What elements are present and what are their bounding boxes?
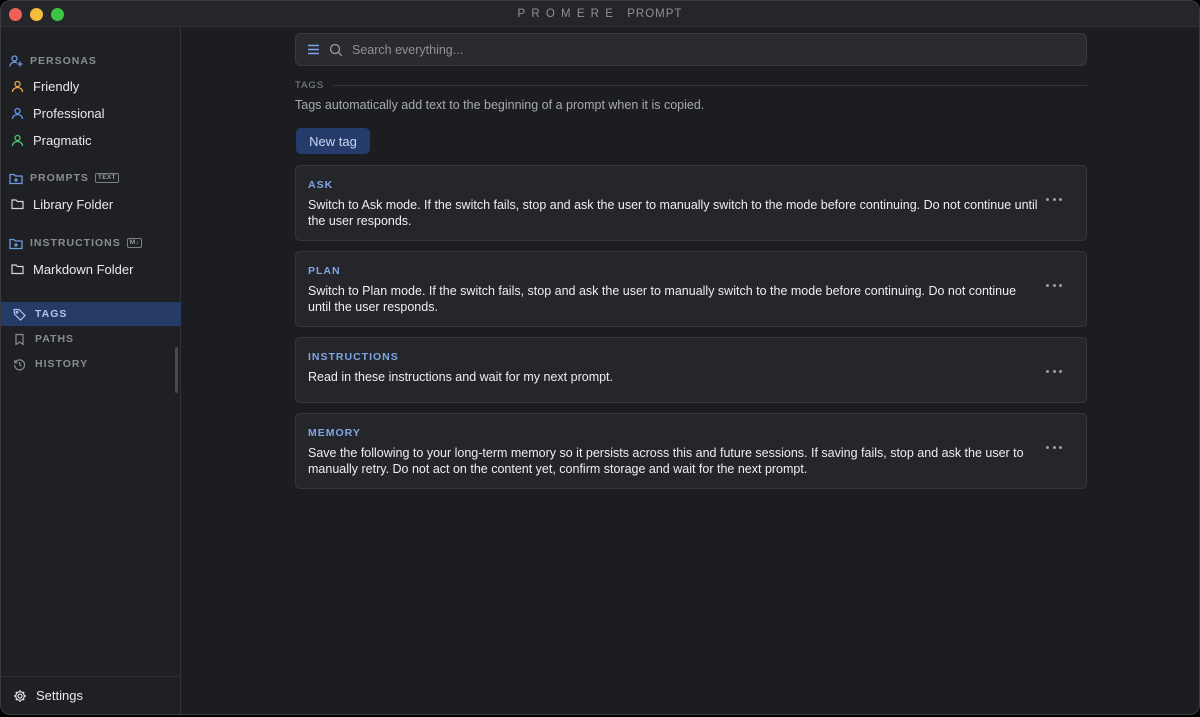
app-title-text: PROMPT [627,8,683,20]
nav-label: HISTORY [35,358,89,370]
tag-text: Save the following to your long-term mem… [308,446,1024,476]
tag-text: Switch to Plan mode. If the switch fails… [308,284,1017,314]
persona-friendly[interactable]: Friendly [11,75,79,97]
tag-name: PLAN [308,265,341,277]
text-badge: TEXT [94,173,119,183]
folder-icon [11,199,24,210]
more-options-icon[interactable] [1046,442,1062,452]
tag-name: MEMORY [308,427,361,439]
sidebar: PERSONAS Friendly Professional Pragmatic… [1,27,181,714]
history-icon [14,358,26,370]
instructions-header-label: INSTRUCTIONS [30,237,121,249]
folder-icon [11,264,24,275]
title-bar: PROMERE PROMPT [1,1,1199,27]
more-options-icon[interactable] [1046,194,1062,204]
nav-paths[interactable]: PATHS [1,327,181,351]
persona-label: Friendly [33,78,80,94]
search-input[interactable] [352,42,1052,57]
settings-button[interactable]: Settings [1,676,181,714]
add-person-icon [9,55,23,67]
tag-name: INSTRUCTIONS [308,351,399,363]
search-bar[interactable] [295,33,1087,66]
divider [333,84,1087,86]
main-content: TAGS Tags automatically add text to the … [182,27,1199,714]
tag-card[interactable]: INSTRUCTIONS Read in these instructions … [295,337,1087,403]
app-window: PROMERE PROMPT PERSONAS Friendly Profess… [0,0,1200,715]
tag-card[interactable]: PLAN Switch to Plan mode. If the switch … [295,251,1087,327]
markdown-badge: M↓ [126,238,143,248]
folder-plus-icon [9,238,23,249]
person-icon [11,107,24,119]
settings-label: Settings [36,688,83,703]
tags-description: Tags automatically add text to the begin… [295,98,705,112]
markdown-folder-label: Markdown Folder [33,261,134,277]
folder-plus-icon [9,173,23,184]
sidebar-scrollbar[interactable] [175,347,178,393]
instructions-header[interactable]: INSTRUCTIONS M↓ [9,234,143,252]
tag-card[interactable]: MEMORY Save the following to your long-t… [295,413,1087,489]
persona-pragmatic[interactable]: Pragmatic [11,129,92,151]
tag-card[interactable]: ASK Switch to Ask mode. If the switch fa… [295,165,1087,241]
personas-header: PERSONAS [9,52,97,70]
more-options-icon[interactable] [1046,280,1062,290]
tags-section-header: TAGS [295,79,1087,91]
nav-tags[interactable]: TAGS [1,302,181,326]
hamburger-menu-icon[interactable] [307,44,320,55]
person-icon [11,134,24,146]
persona-label: Pragmatic [33,132,92,148]
persona-label: Professional [33,105,105,121]
nav-label: TAGS [35,308,68,320]
persona-professional[interactable]: Professional [11,102,105,124]
tag-text: Switch to Ask mode. If the switch fails,… [308,198,1038,228]
app-title: PROMERE PROMPT [1,8,1199,20]
app-brand: PROMERE [517,8,620,20]
more-options-icon[interactable] [1046,366,1062,376]
tags-section-title: TAGS [295,79,325,91]
bookmark-icon [15,333,24,346]
nav-label: PATHS [35,333,75,345]
prompts-header-label: PROMPTS [30,172,89,184]
tag-text: Read in these instructions and wait for … [308,370,614,384]
person-icon [11,80,24,92]
library-folder[interactable]: Library Folder [11,193,113,215]
tag-name: ASK [308,179,334,191]
personas-header-label: PERSONAS [30,55,97,67]
library-folder-label: Library Folder [33,196,114,212]
gear-icon [14,689,26,702]
prompts-header[interactable]: PROMPTS TEXT [9,169,119,187]
nav-history[interactable]: HISTORY [1,352,181,376]
new-tag-button[interactable]: New tag [296,128,370,154]
tag-icon [13,308,26,321]
search-icon [329,43,343,56]
markdown-folder[interactable]: Markdown Folder [11,258,133,280]
